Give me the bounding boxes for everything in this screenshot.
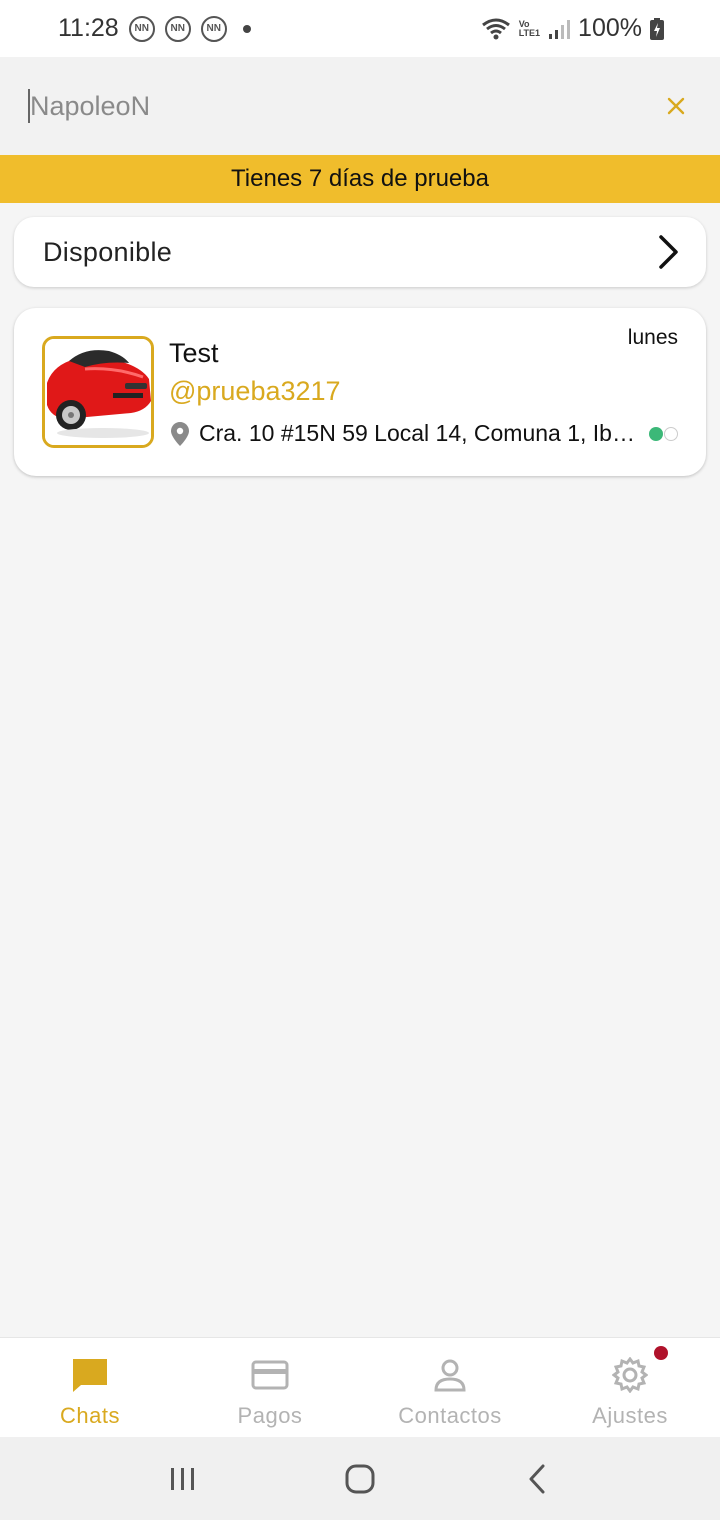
nav-label-contactos: Contactos <box>398 1403 502 1428</box>
app-notification-icon: NN <box>200 15 227 42</box>
chevron-right-icon <box>659 235 678 269</box>
search-header <box>0 57 720 155</box>
app-notification-icon: NN <box>164 15 191 42</box>
nav-item-ajustes[interactable]: Ajustes <box>540 1338 720 1438</box>
availability-label: Disponible <box>43 236 173 267</box>
status-left: 11:28 NN NN NN <box>58 14 251 43</box>
screen: 11:28 NN NN NN Vo LTE1 100% NapoleoN Tie… <box>0 0 720 1520</box>
volte-line-2: LTE1 <box>518 27 541 38</box>
nav-item-pagos[interactable]: Pagos <box>180 1338 360 1438</box>
nav-label-chats: Chats <box>60 1403 120 1428</box>
chat-list-item[interactable]: Test @prueba3217 lunes Cra. 10 #15N 59 L… <box>14 308 706 476</box>
nav-label-pagos: Pagos <box>237 1403 303 1428</box>
car-image <box>45 339 151 445</box>
gear-icon <box>610 1355 650 1395</box>
person-icon <box>430 1355 470 1395</box>
availability-row[interactable]: Disponible <box>14 217 706 287</box>
status-bar: 11:28 NN NN NN Vo LTE1 100% <box>0 0 720 57</box>
address-text: Cra. 10 #15N 59 Local 14, Comuna 1, Ibag… <box>199 420 639 446</box>
trial-banner-text: Tienes 7 días de prueba <box>231 165 489 192</box>
close-icon <box>667 97 685 115</box>
back-icon <box>529 1464 545 1493</box>
recent-apps-button[interactable] <box>153 1449 213 1509</box>
home-button[interactable] <box>330 1449 390 1509</box>
back-button[interactable] <box>507 1449 567 1509</box>
offline-dot <box>664 427 678 441</box>
signal-icon <box>549 19 571 39</box>
battery-charging-icon <box>650 17 664 40</box>
chat-date: lunes <box>627 326 678 349</box>
volte-indicator: Vo LTE1 <box>518 19 541 38</box>
home-icon <box>345 1464 375 1493</box>
nav-item-chats[interactable]: Chats <box>0 1338 180 1438</box>
settings-notification-dot <box>654 1346 668 1360</box>
card-icon <box>250 1355 290 1395</box>
battery-percent: 100% <box>578 14 642 42</box>
system-nav-bar <box>0 1437 720 1520</box>
chat-icon <box>70 1355 110 1395</box>
app-notification-icon: NN <box>128 15 155 42</box>
search-input[interactable] <box>28 89 654 123</box>
nav-item-contactos[interactable]: Contactos <box>360 1338 540 1438</box>
chat-name: Test <box>169 338 219 368</box>
online-status <box>649 427 678 441</box>
avatar <box>42 336 154 448</box>
online-dot <box>649 427 663 441</box>
bottom-nav: Chats Pagos Contactos Ajustes <box>0 1337 720 1437</box>
nav-label-ajustes: Ajustes <box>592 1403 668 1428</box>
wifi-icon <box>481 18 510 39</box>
close-search-button[interactable] <box>654 84 698 128</box>
more-notifications-dot <box>242 24 251 33</box>
chat-address: Cra. 10 #15N 59 Local 14, Comuna 1, Ibag… <box>171 420 651 447</box>
chat-handle: @prueba3217 <box>169 376 341 406</box>
status-time: 11:28 <box>58 14 119 42</box>
status-right: Vo LTE1 100% <box>481 14 664 43</box>
recent-apps-icon <box>171 1467 195 1490</box>
trial-banner: Tienes 7 días de prueba <box>0 155 720 203</box>
location-pin-icon <box>171 421 189 446</box>
